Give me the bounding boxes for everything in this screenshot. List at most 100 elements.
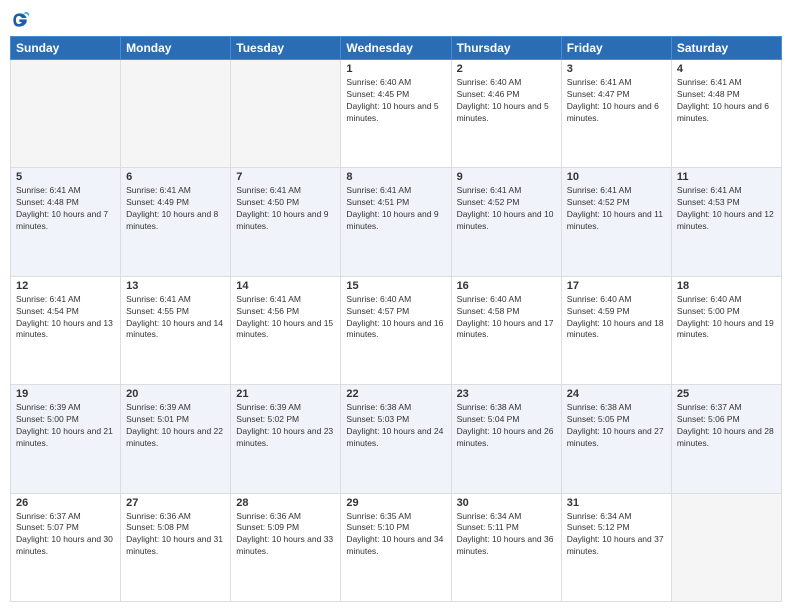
day-info: Sunrise: 6:41 AMSunset: 4:52 PMDaylight:…	[567, 185, 666, 233]
calendar-cell: 24Sunrise: 6:38 AMSunset: 5:05 PMDayligh…	[561, 385, 671, 493]
calendar-cell: 22 Sunrise: 6:38 AMSunset: 5:03 PMDayligh…	[341, 385, 451, 493]
day-number: 31	[567, 497, 666, 509]
day-info: Sunrise: 6:40 AMSunset: 4:46 PMDaylight:…	[457, 77, 556, 125]
day-info: Sunrise: 6:41 AMSunset: 4:56 PMDaylight:…	[236, 294, 335, 342]
day-info: Sunrise: 6:39 AMSunset: 5:02 PMDaylight:…	[236, 402, 335, 450]
day-number: 19	[16, 388, 115, 400]
day-info: Sunrise: 6:36 AMSunset: 5:08 PMDaylight:…	[126, 511, 225, 559]
calendar-cell	[11, 60, 121, 168]
day-number: 12	[16, 280, 115, 292]
calendar-cell: 12 Sunrise: 6:41 AMSunset: 4:54 PMDayligh…	[11, 276, 121, 384]
day-info: Sunrise: 6:41 AMSunset: 4:48 PMDaylight:…	[16, 185, 115, 233]
day-info: Sunrise: 6:40 AMSunset: 4:57 PMDaylight:…	[346, 294, 445, 342]
calendar-cell: 19 Sunrise: 6:39 AMSunset: 5:00 PMDayligh…	[11, 385, 121, 493]
day-info: Sunrise: 6:35 AMSunset: 5:10 PMDaylight:…	[346, 511, 445, 559]
weekday-header-friday: Friday	[561, 37, 671, 60]
weekday-header-thursday: Thursday	[451, 37, 561, 60]
day-info: Sunrise: 6:34 AMSunset: 5:11 PMDaylight:…	[457, 511, 556, 559]
calendar-week-row: 12 Sunrise: 6:41 AMSunset: 4:54 PMDayligh…	[11, 276, 782, 384]
calendar-cell: 14 Sunrise: 6:41 AMSunset: 4:56 PMDayligh…	[231, 276, 341, 384]
calendar-cell: 9 Sunrise: 6:41 AMSunset: 4:52 PMDaylight…	[451, 168, 561, 276]
day-number: 27	[126, 497, 225, 509]
day-info: Sunrise: 6:40 AMSunset: 5:00 PMDaylight:…	[677, 294, 776, 342]
day-info: Sunrise: 6:41 AMSunset: 4:55 PMDaylight:…	[126, 294, 225, 342]
day-info: Sunrise: 6:41 AMSunset: 4:48 PMDaylight:…	[677, 77, 776, 125]
calendar-cell: 26 Sunrise: 6:37 AMSunset: 5:07 PMDayligh…	[11, 493, 121, 601]
day-info: Sunrise: 6:34 AMSunset: 5:12 PMDaylight:…	[567, 511, 666, 559]
calendar-cell: 31 Sunrise: 6:34 AMSunset: 5:12 PMDayligh…	[561, 493, 671, 601]
day-number: 23	[457, 388, 556, 400]
day-info: Sunrise: 6:41 AMSunset: 4:47 PMDaylight:…	[567, 77, 666, 125]
day-number: 26	[16, 497, 115, 509]
page: SundayMondayTuesdayWednesdayThursdayFrid…	[0, 0, 792, 612]
day-number: 4	[677, 63, 776, 75]
day-number: 8	[346, 171, 445, 183]
day-number: 25	[677, 388, 776, 400]
day-info: Sunrise: 6:40 AMSunset: 4:58 PMDaylight:…	[457, 294, 556, 342]
calendar-cell	[671, 493, 781, 601]
day-number: 1	[346, 63, 445, 75]
calendar-week-row: 26 Sunrise: 6:37 AMSunset: 5:07 PMDayligh…	[11, 493, 782, 601]
day-number: 22	[346, 388, 445, 400]
calendar-cell: 3 Sunrise: 6:41 AMSunset: 4:47 PMDaylight…	[561, 60, 671, 168]
calendar-week-row: 19 Sunrise: 6:39 AMSunset: 5:00 PMDayligh…	[11, 385, 782, 493]
day-info: Sunrise: 6:41 AMSunset: 4:52 PMDaylight:…	[457, 185, 556, 233]
day-info: Sunrise: 6:38 AMSunset: 5:04 PMDaylight:…	[457, 402, 556, 450]
weekday-header-saturday: Saturday	[671, 37, 781, 60]
day-number: 3	[567, 63, 666, 75]
calendar-cell: 25 Sunrise: 6:37 AMSunset: 5:06 PMDayligh…	[671, 385, 781, 493]
weekday-header-tuesday: Tuesday	[231, 37, 341, 60]
weekday-header-row: SundayMondayTuesdayWednesdayThursdayFrid…	[11, 37, 782, 60]
day-number: 11	[677, 171, 776, 183]
calendar-cell: 13 Sunrise: 6:41 AMSunset: 4:55 PMDayligh…	[121, 276, 231, 384]
logo	[10, 10, 34, 30]
calendar-cell: 8 Sunrise: 6:41 AMSunset: 4:51 PMDaylight…	[341, 168, 451, 276]
day-number: 16	[457, 280, 556, 292]
day-number: 15	[346, 280, 445, 292]
weekday-header-monday: Monday	[121, 37, 231, 60]
day-number: 30	[457, 497, 556, 509]
day-info: Sunrise: 6:41 AMSunset: 4:49 PMDaylight:…	[126, 185, 225, 233]
day-number: 29	[346, 497, 445, 509]
calendar-cell: 20 Sunrise: 6:39 AMSunset: 5:01 PMDayligh…	[121, 385, 231, 493]
day-number: 17	[567, 280, 666, 292]
calendar-cell: 23 Sunrise: 6:38 AMSunset: 5:04 PMDayligh…	[451, 385, 561, 493]
day-number: 9	[457, 171, 556, 183]
calendar-cell: 29 Sunrise: 6:35 AMSunset: 5:10 PMDayligh…	[341, 493, 451, 601]
day-info: Sunrise: 6:38 AMSunset: 5:03 PMDaylight:…	[346, 402, 445, 450]
calendar-cell: 30 Sunrise: 6:34 AMSunset: 5:11 PMDayligh…	[451, 493, 561, 601]
calendar-cell: 5 Sunrise: 6:41 AMSunset: 4:48 PMDaylight…	[11, 168, 121, 276]
calendar-week-row: 1 Sunrise: 6:40 AMSunset: 4:45 PMDaylight…	[11, 60, 782, 168]
day-number: 28	[236, 497, 335, 509]
day-info: Sunrise: 6:39 AMSunset: 5:00 PMDaylight:…	[16, 402, 115, 450]
calendar-cell: 6Sunrise: 6:41 AMSunset: 4:49 PMDaylight…	[121, 168, 231, 276]
calendar-cell: 28 Sunrise: 6:36 AMSunset: 5:09 PMDayligh…	[231, 493, 341, 601]
day-number: 20	[126, 388, 225, 400]
day-info: Sunrise: 6:41 AMSunset: 4:50 PMDaylight:…	[236, 185, 335, 233]
calendar-cell: 18 Sunrise: 6:40 AMSunset: 5:00 PMDayligh…	[671, 276, 781, 384]
calendar-cell: 27 Sunrise: 6:36 AMSunset: 5:08 PMDayligh…	[121, 493, 231, 601]
day-info: Sunrise: 6:40 AMSunset: 4:59 PMDaylight:…	[567, 294, 666, 342]
day-info: Sunrise: 6:41 AMSunset: 4:54 PMDaylight:…	[16, 294, 115, 342]
calendar-cell: 17 Sunrise: 6:40 AMSunset: 4:59 PMDayligh…	[561, 276, 671, 384]
day-number: 13	[126, 280, 225, 292]
day-info: Sunrise: 6:39 AMSunset: 5:01 PMDaylight:…	[126, 402, 225, 450]
calendar-cell: 4 Sunrise: 6:41 AMSunset: 4:48 PMDaylight…	[671, 60, 781, 168]
day-number: 18	[677, 280, 776, 292]
day-info: Sunrise: 6:38 AMSunset: 5:05 PMDaylight:…	[567, 402, 666, 450]
day-number: 5	[16, 171, 115, 183]
day-info: Sunrise: 6:41 AMSunset: 4:51 PMDaylight:…	[346, 185, 445, 233]
day-info: Sunrise: 6:37 AMSunset: 5:07 PMDaylight:…	[16, 511, 115, 559]
day-info: Sunrise: 6:40 AMSunset: 4:45 PMDaylight:…	[346, 77, 445, 125]
day-number: 21	[236, 388, 335, 400]
calendar-cell: 10Sunrise: 6:41 AMSunset: 4:52 PMDayligh…	[561, 168, 671, 276]
day-info: Sunrise: 6:37 AMSunset: 5:06 PMDaylight:…	[677, 402, 776, 450]
day-info: Sunrise: 6:36 AMSunset: 5:09 PMDaylight:…	[236, 511, 335, 559]
calendar-cell	[231, 60, 341, 168]
day-info: Sunrise: 6:41 AMSunset: 4:53 PMDaylight:…	[677, 185, 776, 233]
calendar-cell: 21 Sunrise: 6:39 AMSunset: 5:02 PMDayligh…	[231, 385, 341, 493]
weekday-header-wednesday: Wednesday	[341, 37, 451, 60]
calendar-week-row: 5 Sunrise: 6:41 AMSunset: 4:48 PMDaylight…	[11, 168, 782, 276]
calendar-table: SundayMondayTuesdayWednesdayThursdayFrid…	[10, 36, 782, 602]
day-number: 14	[236, 280, 335, 292]
